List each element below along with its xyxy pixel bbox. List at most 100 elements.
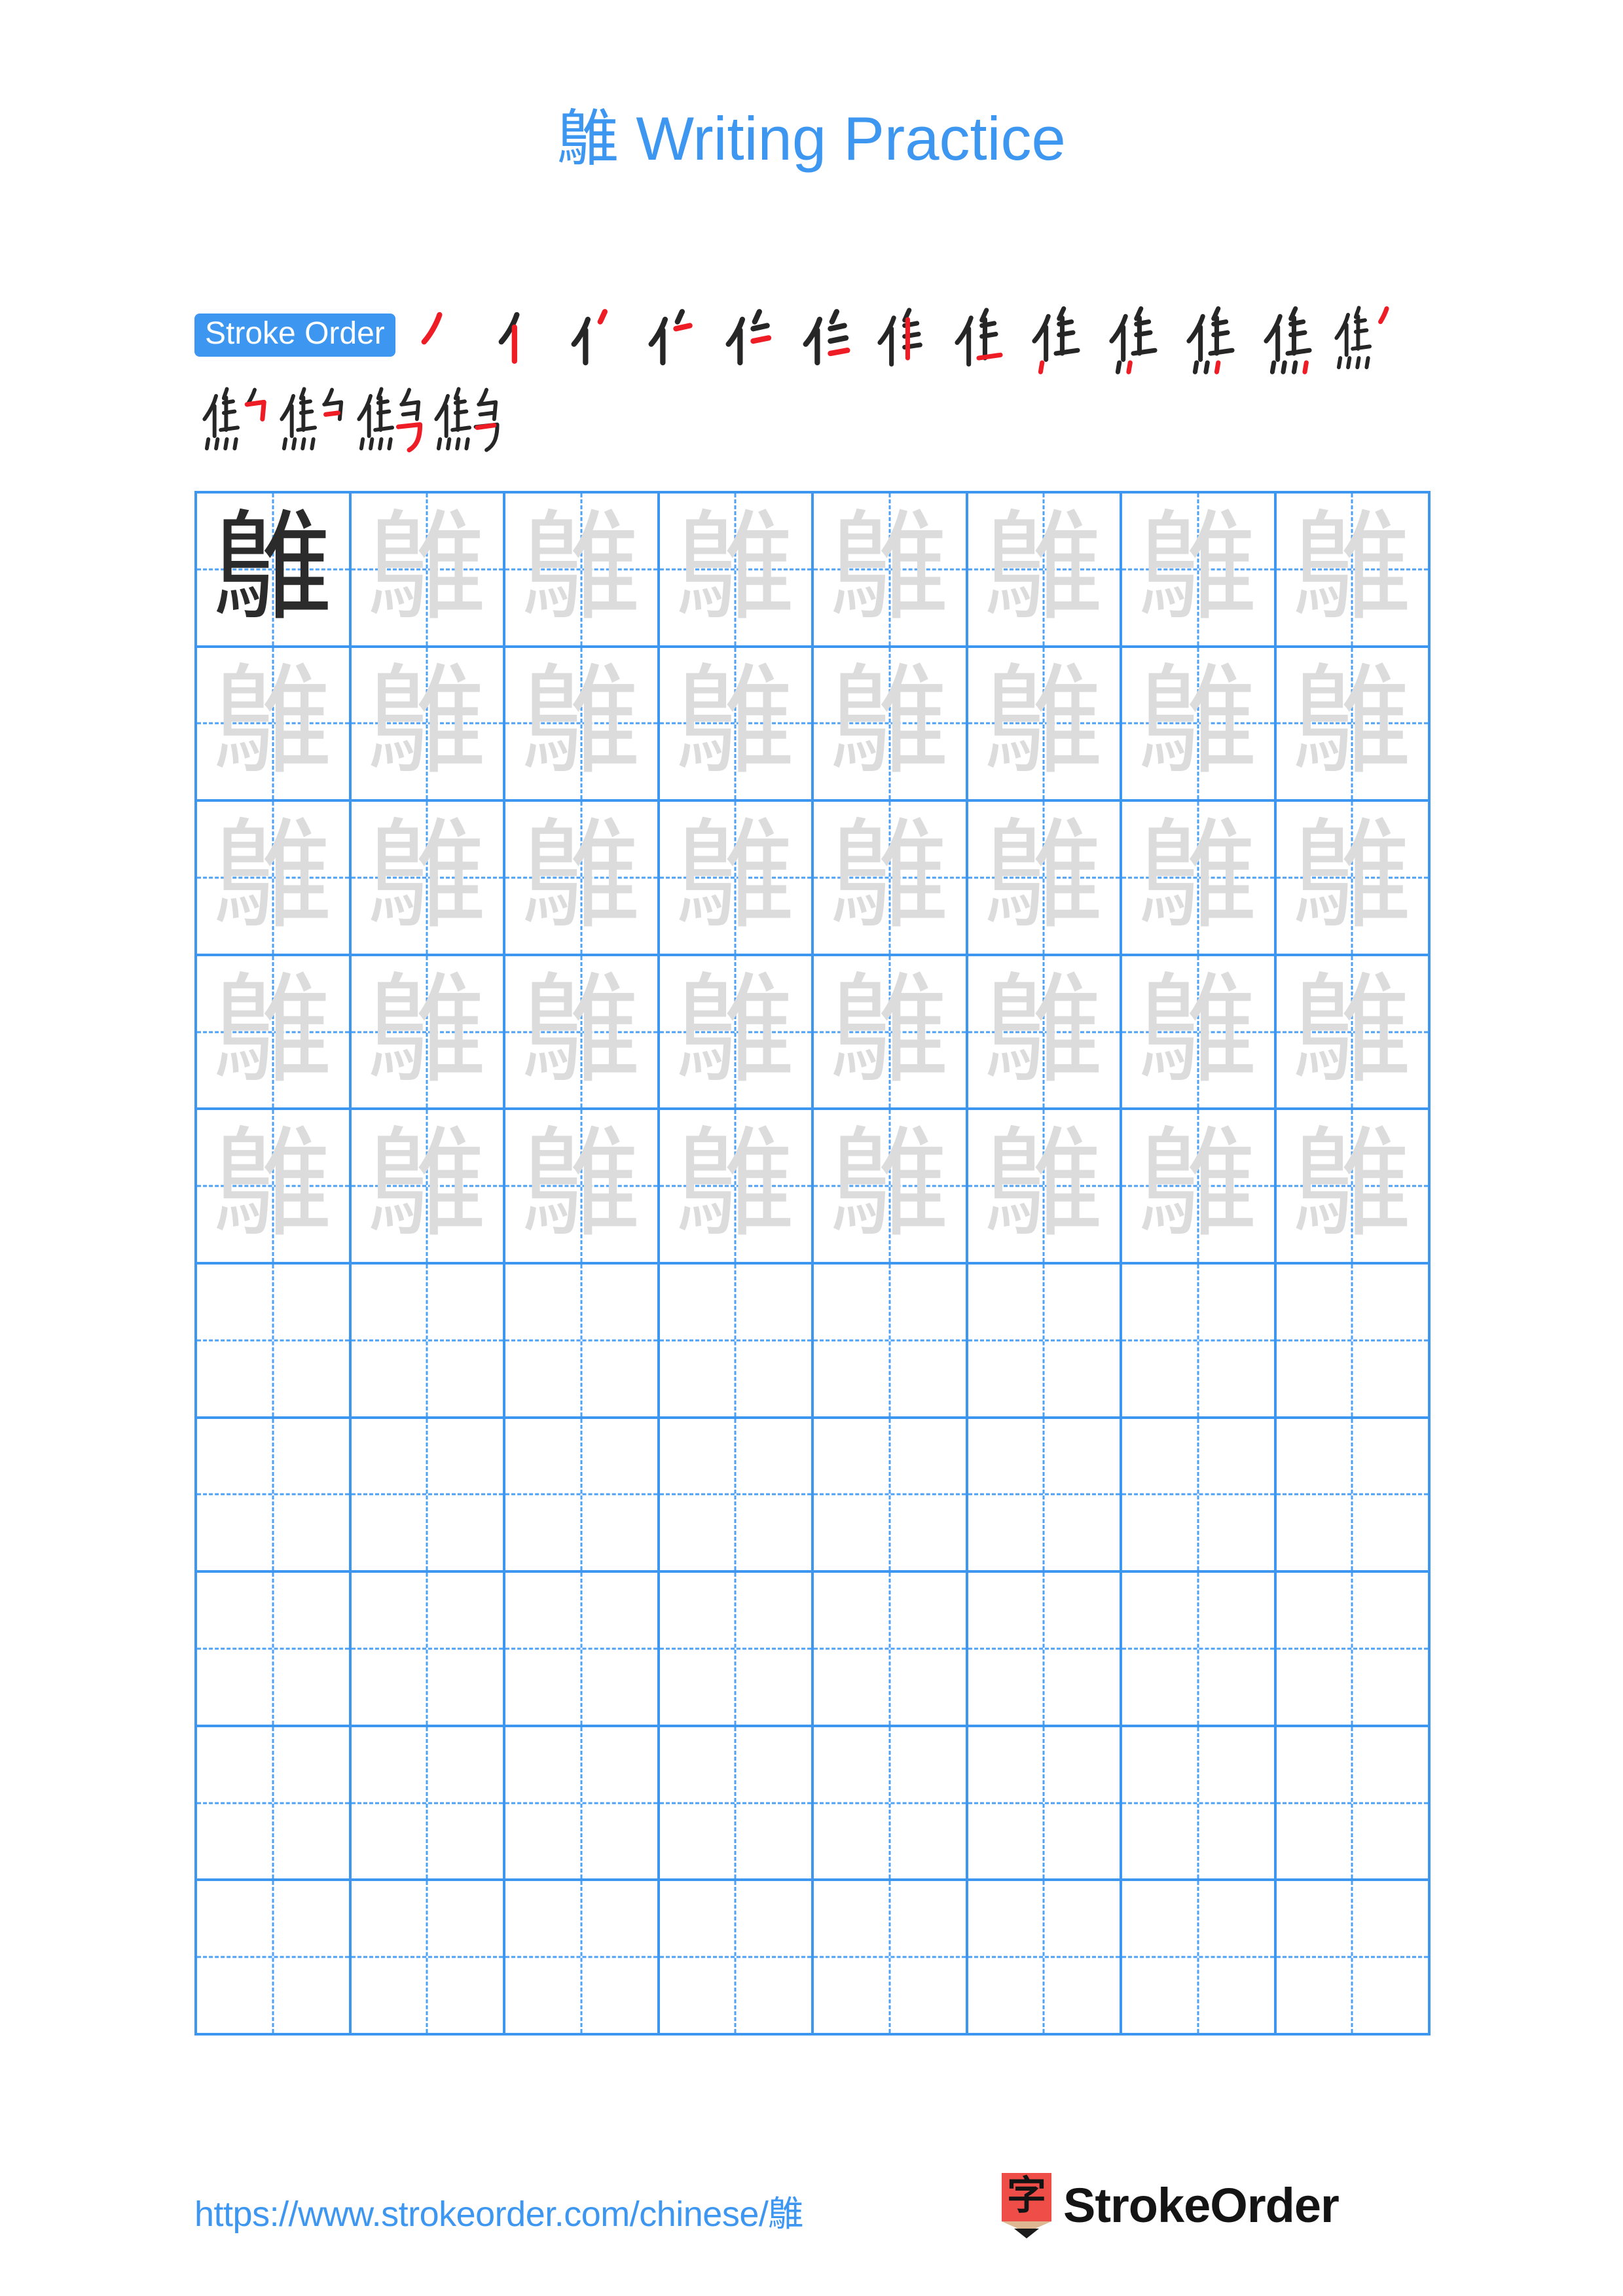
practice-cell[interactable]: 鵻 [1276,802,1431,956]
practice-cell[interactable]: 鵻 [659,1110,814,1265]
practice-cell[interactable] [968,1573,1122,1727]
stroke-step-11 [1172,298,1249,375]
practice-grid-row [197,1727,1431,1882]
practice-cell[interactable] [351,1727,505,1882]
practice-cell[interactable] [814,1418,968,1573]
practice-cell[interactable] [968,1264,1122,1419]
practice-cell[interactable] [1122,1418,1277,1573]
practice-cell[interactable] [1276,1573,1431,1727]
practice-cell[interactable] [1122,1881,1277,2036]
practice-cell[interactable] [968,1727,1122,1882]
practice-cell[interactable] [505,1727,660,1882]
trace-character: 鵻 [367,652,487,791]
practice-cell[interactable]: 鵻 [1122,1110,1277,1265]
practice-cell[interactable]: 鵻 [1122,956,1277,1111]
trace-character: 鵻 [676,960,795,1100]
footer-url[interactable]: https://www.strokeorder.com/chinese/鵻 [194,2185,803,2236]
practice-cell[interactable] [814,1573,968,1727]
practice-cell[interactable]: 鵻 [659,956,814,1111]
practice-cell[interactable] [1122,1727,1277,1882]
practice-cell[interactable]: 鵻 [197,802,352,956]
practice-cell[interactable]: 鵻 [1122,493,1277,648]
practice-cell[interactable] [505,1264,660,1419]
practice-cell[interactable]: 鵻 [814,802,968,956]
practice-cell[interactable]: 鵻 [1276,956,1431,1111]
practice-cell[interactable] [505,1881,660,2036]
practice-cell[interactable]: 鵻 [1122,647,1277,802]
practice-cell[interactable]: 鵻 [505,956,660,1111]
practice-cell[interactable]: 鵻 [968,1110,1122,1265]
practice-cell[interactable]: 鵻 [659,647,814,802]
practice-cell[interactable] [351,1418,505,1573]
practice-cell[interactable] [197,1418,352,1573]
practice-cell[interactable] [197,1264,352,1419]
practice-cell[interactable]: 鵻 [505,493,660,648]
practice-cell[interactable] [1276,1727,1431,1882]
stroke-step-6 [786,298,863,375]
practice-cell[interactable] [1276,1264,1431,1419]
trace-character: 鵻 [1138,497,1258,637]
trace-character: 鵻 [984,652,1104,791]
practice-cell[interactable] [1122,1573,1277,1727]
trace-character: 鵻 [984,806,1104,945]
practice-cell[interactable]: 鵻 [1122,802,1277,956]
practice-cell[interactable] [197,1573,352,1727]
practice-cell[interactable]: 鵻 [197,493,352,648]
practice-cell[interactable]: 鵻 [968,493,1122,648]
practice-cell[interactable] [1276,1881,1431,2036]
stroke-order-badge: Stroke Order [194,314,395,357]
practice-cell[interactable]: 鵻 [968,647,1122,802]
practice-cell[interactable]: 鵻 [968,956,1122,1111]
practice-cell[interactable] [351,1881,505,2036]
practice-cell[interactable]: 鵻 [505,1110,660,1265]
practice-cell[interactable]: 鵻 [659,493,814,648]
practice-cell[interactable]: 鵻 [351,647,505,802]
brand-logo[interactable]: 字 StrokeOrder [1002,2173,1340,2238]
practice-cell[interactable] [659,1264,814,1419]
practice-grid-row: 鵻鵻鵻鵻鵻鵻鵻鵻 [197,493,1431,648]
practice-cell[interactable]: 鵻 [814,647,968,802]
practice-cell[interactable]: 鵻 [197,1110,352,1265]
practice-cell[interactable]: 鵻 [505,647,660,802]
practice-cell[interactable] [659,1727,814,1882]
practice-cell[interactable]: 鵻 [1276,647,1431,802]
practice-cell[interactable] [351,1573,505,1727]
practice-cell[interactable] [1122,1264,1277,1419]
practice-cell[interactable]: 鵻 [814,1110,968,1265]
practice-cell[interactable] [968,1881,1122,2036]
stroke-step-16 [349,379,426,456]
stroke-step-13 [1326,298,1404,375]
stroke-step-1 [399,298,477,375]
practice-cell[interactable]: 鵻 [814,956,968,1111]
stroke-step-7 [863,298,940,375]
practice-cell[interactable] [505,1418,660,1573]
stroke-step-15 [272,379,349,456]
practice-cell[interactable] [968,1418,1122,1573]
practice-cell[interactable]: 鵻 [659,802,814,956]
practice-cell[interactable] [814,1727,968,1882]
practice-cell[interactable]: 鵻 [1276,493,1431,648]
practice-cell[interactable]: 鵻 [968,802,1122,956]
practice-cell[interactable] [814,1881,968,2036]
practice-cell[interactable] [659,1418,814,1573]
practice-cell[interactable] [505,1573,660,1727]
practice-cell[interactable] [351,1264,505,1419]
practice-cell[interactable] [197,1727,352,1882]
practice-cell[interactable] [1276,1418,1431,1573]
practice-cell[interactable] [197,1881,352,2036]
practice-cell[interactable] [814,1264,968,1419]
practice-cell[interactable]: 鵻 [351,802,505,956]
practice-cell[interactable]: 鵻 [351,1110,505,1265]
trace-character: 鵻 [1292,652,1412,791]
practice-cell[interactable] [659,1573,814,1727]
practice-cell[interactable]: 鵻 [1276,1110,1431,1265]
practice-cell[interactable]: 鵻 [351,956,505,1111]
practice-cell[interactable]: 鵻 [351,493,505,648]
trace-character: 鵻 [1138,806,1258,945]
practice-cell[interactable]: 鵻 [197,956,352,1111]
practice-cell[interactable]: 鵻 [814,493,968,648]
practice-cell[interactable]: 鵻 [505,802,660,956]
practice-cell[interactable] [659,1881,814,2036]
practice-cell[interactable]: 鵻 [197,647,352,802]
trace-character: 鵻 [676,806,795,945]
